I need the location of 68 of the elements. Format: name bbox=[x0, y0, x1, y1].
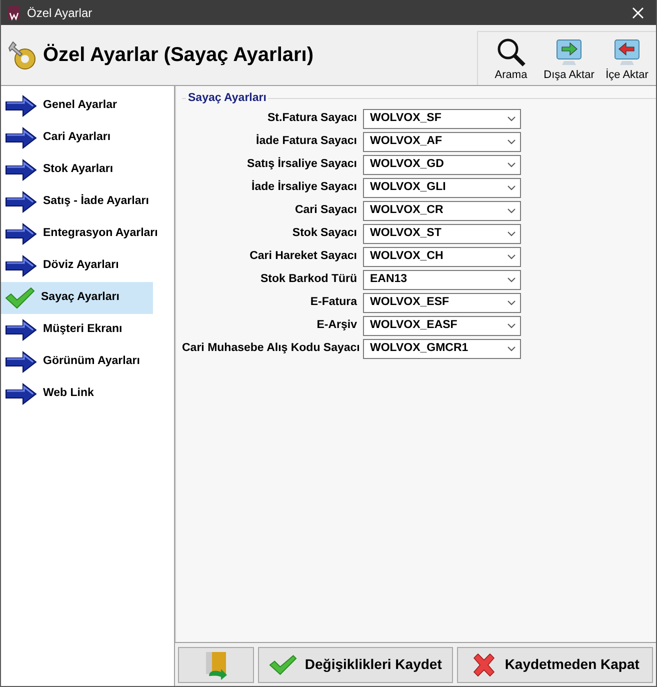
dropdown-field[interactable]: WOLVOX_CR bbox=[363, 201, 521, 221]
field-label: E-Arşiv bbox=[316, 318, 358, 334]
chevron-down-icon bbox=[507, 277, 516, 283]
chevron-down-icon bbox=[507, 323, 516, 329]
field-label: Cari Hareket Sayacı bbox=[248, 249, 358, 264]
dropdown-field[interactable]: EAN13 bbox=[363, 270, 521, 290]
chevron-down-icon bbox=[507, 208, 516, 214]
arrow-icon bbox=[5, 383, 37, 405]
monitor-left-arrow-icon bbox=[612, 36, 642, 66]
sidebar-item[interactable]: Sayaç Ayarları bbox=[1, 282, 153, 314]
exit-button[interactable] bbox=[178, 646, 254, 682]
arrow-icon bbox=[5, 319, 37, 341]
dropdown-field[interactable]: WOLVOX_AF bbox=[363, 132, 521, 152]
arrow-icon bbox=[5, 255, 37, 277]
sidebar-item[interactable]: Satış - İade Ayarları bbox=[1, 186, 153, 218]
dropdown-field[interactable]: WOLVOX_SF bbox=[363, 109, 521, 129]
chevron-down-icon bbox=[507, 185, 516, 191]
chevron-down-icon bbox=[507, 254, 516, 260]
toolbar-button[interactable]: Dışa Aktar bbox=[544, 33, 594, 85]
chevron-down-icon bbox=[507, 139, 516, 145]
chevron-down-icon bbox=[507, 162, 516, 168]
dropdown-field[interactable]: WOLVOX_GMCR1 bbox=[363, 339, 521, 359]
app-icon bbox=[7, 4, 21, 20]
dropdown-field[interactable]: WOLVOX_CH bbox=[363, 247, 521, 267]
sidebar-item[interactable]: Web Link bbox=[1, 378, 153, 410]
arrow-icon bbox=[5, 95, 37, 117]
dropdown-field[interactable]: WOLVOX_ST bbox=[363, 224, 521, 244]
monitor-right-arrow-icon bbox=[554, 36, 584, 66]
dropdown-field[interactable]: WOLVOX_EASF bbox=[363, 316, 521, 336]
magnifier-icon bbox=[496, 36, 526, 66]
sidebar-item[interactable]: Görünüm Ayarları bbox=[1, 346, 153, 378]
close-button[interactable]: Kaydetmeden Kapat bbox=[457, 646, 653, 682]
sidebar-item[interactable]: Müşteri Ekranı bbox=[1, 314, 153, 346]
field-label: Satış İrsaliye Sayacı bbox=[246, 156, 358, 172]
field-label: E-Fatura bbox=[309, 295, 358, 310]
chevron-down-icon bbox=[507, 300, 516, 306]
sidebar-item[interactable]: Genel Ayarlar bbox=[1, 90, 153, 122]
sidebar-item[interactable]: Entegrasyon Ayarları bbox=[1, 218, 162, 250]
field-label: İade Fatura Sayacı bbox=[255, 133, 358, 150]
sidebar-item[interactable]: Stok Ayarları bbox=[1, 154, 153, 186]
chevron-down-icon bbox=[507, 116, 516, 122]
field-label: St.Fatura Sayacı bbox=[266, 111, 358, 126]
window-title: Özel Ayarlar bbox=[27, 4, 92, 22]
field-label: Cari Sayacı bbox=[294, 203, 358, 218]
arrow-icon bbox=[5, 127, 37, 149]
toolbar-button[interactable]: Arama bbox=[486, 33, 536, 85]
arrow-icon bbox=[5, 159, 37, 181]
arrow-icon bbox=[5, 223, 37, 245]
check-icon bbox=[268, 654, 297, 676]
save-button[interactable]: Değişiklikleri Kaydet bbox=[258, 646, 454, 682]
page-title: Özel Ayarlar (Sayaç Ayarları) bbox=[43, 42, 314, 68]
field-label: Stok Barkod Türü bbox=[260, 272, 358, 288]
toolbar-button[interactable]: İçe Aktar bbox=[602, 33, 652, 85]
field-label: Stok Sayacı bbox=[291, 226, 358, 242]
sidebar-item[interactable]: Döviz Ayarları bbox=[1, 250, 153, 282]
arrow-icon bbox=[5, 351, 37, 373]
field-label: İade İrsaliye Sayacı bbox=[250, 179, 358, 196]
chevron-down-icon bbox=[507, 231, 516, 237]
dropdown-field[interactable]: WOLVOX_ESF bbox=[363, 293, 521, 313]
dropdown-field[interactable]: WOLVOX_GD bbox=[363, 155, 521, 175]
sidebar-item[interactable]: Cari Ayarları bbox=[1, 122, 153, 154]
close-icon bbox=[632, 6, 644, 18]
field-label: Cari Muhasebe Alış Kodu Sayacı bbox=[182, 341, 361, 356]
check-icon bbox=[5, 287, 35, 309]
close-icon bbox=[470, 652, 497, 676]
chevron-down-icon bbox=[507, 346, 516, 352]
dropdown-field[interactable]: WOLVOX_GLI bbox=[363, 178, 521, 198]
arrow-icon bbox=[5, 191, 37, 213]
